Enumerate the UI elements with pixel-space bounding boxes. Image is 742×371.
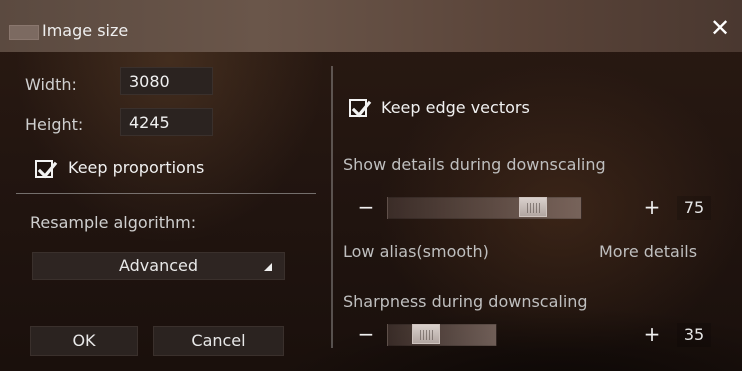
keep-proportions-label: Keep proportions <box>68 158 205 177</box>
dialog-title: Image size <box>42 21 129 40</box>
height-label: Height: <box>25 115 84 134</box>
sharpness-slider-track[interactable] <box>387 324 497 346</box>
checkmark-icon <box>37 161 58 179</box>
width-field[interactable]: 3080 <box>120 67 213 95</box>
keep-edge-vectors-checkbox[interactable] <box>349 99 372 118</box>
details-value[interactable]: 75 <box>677 196 711 220</box>
width-label: Width: <box>25 75 77 94</box>
image-size-dialog: Image size ✕ Width: 3080 Height: 4245 Ke… <box>0 0 742 371</box>
details-slider-track[interactable] <box>387 197 582 219</box>
sharpness-value[interactable]: 35 <box>677 323 711 347</box>
resample-algorithm-label: Resample algorithm: <box>30 213 197 232</box>
show-details-label: Show details during downscaling <box>343 155 606 174</box>
left-separator <box>16 193 316 194</box>
sharpness-minus-icon[interactable]: − <box>355 323 377 345</box>
ok-button[interactable]: OK <box>30 326 138 356</box>
titlebar: Image size ✕ <box>0 0 742 52</box>
sharpness-plus-icon[interactable]: + <box>641 323 663 345</box>
slider-grip-icon <box>420 330 434 340</box>
dropdown-icon <box>264 263 272 271</box>
cancel-button[interactable]: Cancel <box>153 326 284 356</box>
resample-algorithm-value: Advanced <box>118 256 199 275</box>
slider-grip-icon <box>527 203 541 213</box>
close-icon[interactable]: ✕ <box>708 16 732 40</box>
window-icon <box>9 25 39 40</box>
sharpness-label: Sharpness during downscaling <box>343 292 588 311</box>
keep-edge-vectors-label: Keep edge vectors <box>381 98 530 117</box>
low-alias-label: Low alias(smooth) <box>343 242 489 261</box>
checkmark-icon <box>351 100 372 118</box>
more-details-label: More details <box>599 242 698 261</box>
keep-proportions-checkbox[interactable] <box>35 160 58 179</box>
panel-divider <box>331 66 333 348</box>
height-field[interactable]: 4245 <box>120 108 213 136</box>
sharpness-slider-thumb[interactable] <box>412 324 440 344</box>
resample-algorithm-select[interactable]: Advanced <box>32 252 285 280</box>
details-plus-icon[interactable]: + <box>641 196 663 218</box>
details-minus-icon[interactable]: − <box>355 196 377 218</box>
details-slider-thumb[interactable] <box>519 197 547 217</box>
